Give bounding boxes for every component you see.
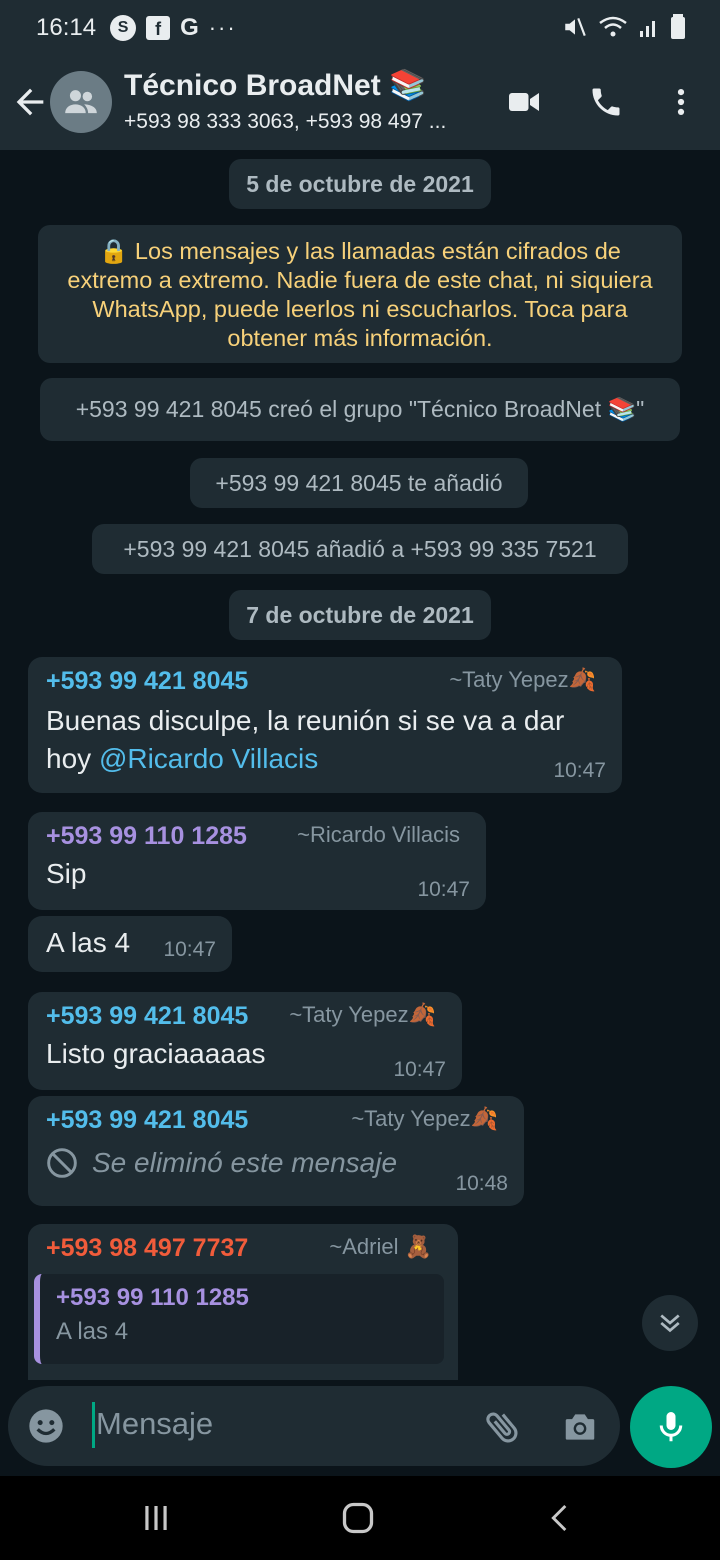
mute-icon xyxy=(565,17,586,37)
deleted-text: Se eliminó este mensaje xyxy=(92,1147,398,1178)
battery-icon xyxy=(671,14,685,39)
system-message: +593 99 421 8045 te añadió xyxy=(190,458,528,508)
message-time: 10:47 xyxy=(163,938,216,961)
double-chevron-down-icon xyxy=(660,1314,680,1333)
deleted-message: Se eliminó este mensaje xyxy=(46,1147,506,1179)
message-time: 10:47 xyxy=(393,1058,446,1081)
message-bubble[interactable]: +593 99 110 1285 ~Ricardo Villacis Sip 1… xyxy=(28,812,486,910)
text-caret xyxy=(92,1402,95,1448)
message-text: Listo graciaaaaas xyxy=(46,1038,266,1069)
blocked-icon xyxy=(47,1148,77,1178)
mention-link[interactable]: @Ricardo Villacis xyxy=(99,743,318,774)
sender-alias: ~Ricardo Villacis xyxy=(297,822,460,847)
date-separator: 7 de octubre de 2021 xyxy=(229,590,491,640)
voice-call-icon[interactable] xyxy=(588,84,624,120)
google-icon: G xyxy=(180,14,199,41)
message-bubble[interactable]: +593 98 497 7737 ~Adriel 🧸 +593 99 110 1… xyxy=(28,1224,458,1380)
system-message: +593 99 421 8045 creó el grupo "Técnico … xyxy=(40,378,680,441)
emoji-icon[interactable] xyxy=(26,1406,66,1446)
more-dots-icon: ··· xyxy=(208,15,237,40)
group-avatar[interactable] xyxy=(50,71,112,133)
sender-alias: ~Taty Yepez🍂 xyxy=(449,667,596,692)
signal-icon xyxy=(640,21,655,37)
message-time: 10:47 xyxy=(417,878,470,901)
system-nav-bar xyxy=(0,1476,720,1560)
status-bar: 16:14 S f G ··· xyxy=(0,0,720,56)
sender-alias: ~Taty Yepez🍂 xyxy=(351,1106,498,1131)
back-arrow-icon[interactable] xyxy=(10,82,50,122)
encryption-notice[interactable]: 🔒 Los mensajes y las llamadas están cifr… xyxy=(38,225,682,363)
system-message: +593 99 421 8045 añadió a +593 99 335 75… xyxy=(92,524,628,574)
chat-header: Técnico BroadNet 📚 +593 98 333 3063, +59… xyxy=(0,56,720,150)
facebook-icon: f xyxy=(146,16,171,40)
message-time: 10:48 xyxy=(455,1172,508,1195)
message-input[interactable]: Mensaje xyxy=(96,1406,213,1442)
message-bubble[interactable]: +593 99 421 8045 ~Taty Yepez🍂 Buenas dis… xyxy=(28,657,622,793)
home-icon[interactable] xyxy=(340,1500,376,1536)
wifi-icon xyxy=(599,16,627,37)
message-time: 10:47 xyxy=(553,759,606,782)
quoted-message[interactable]: +593 99 110 1285 A las 4 xyxy=(34,1274,444,1364)
skype-icon: S xyxy=(110,15,137,41)
camera-icon[interactable] xyxy=(560,1408,600,1446)
recent-apps-icon[interactable] xyxy=(140,1502,172,1534)
quoted-sender: +593 99 110 1285 xyxy=(56,1284,249,1311)
scroll-down-button[interactable] xyxy=(642,1295,698,1351)
status-time: 16:14 xyxy=(36,14,97,41)
group-icon xyxy=(65,90,97,114)
microphone-icon xyxy=(659,1412,683,1442)
voice-record-button[interactable] xyxy=(630,1386,712,1468)
sender-alias: ~Taty Yepez🍂 xyxy=(289,1002,436,1027)
menu-dots-icon[interactable] xyxy=(664,84,698,120)
back-nav-icon[interactable] xyxy=(544,1500,576,1536)
attach-icon[interactable] xyxy=(482,1406,524,1448)
message-bubble[interactable]: A las 4 10:47 xyxy=(28,916,232,972)
video-call-icon[interactable] xyxy=(504,84,544,120)
message-text: Sip xyxy=(46,858,87,889)
quoted-text: A las 4 xyxy=(56,1318,129,1345)
chat-area[interactable]: 5 de octubre de 2021 🔒 Los mensajes y la… xyxy=(0,150,720,1380)
date-separator: 5 de octubre de 2021 xyxy=(229,159,491,209)
message-text: Buenas disculpe, la reunión si se va a d… xyxy=(46,705,565,774)
message-bubble[interactable]: +593 99 421 8045 ~Taty Yepez🍂 Listo grac… xyxy=(28,992,462,1090)
chat-title[interactable]: Técnico BroadNet 📚 xyxy=(124,68,426,103)
message-bubble[interactable]: +593 99 421 8045 ~Taty Yepez🍂 Se eliminó… xyxy=(28,1096,524,1206)
message-input-bar[interactable]: Mensaje xyxy=(8,1386,620,1466)
chat-participants[interactable]: +593 98 333 3063, +593 98 497 ... xyxy=(124,110,474,134)
sender-alias: ~Adriel 🧸 xyxy=(329,1234,432,1259)
